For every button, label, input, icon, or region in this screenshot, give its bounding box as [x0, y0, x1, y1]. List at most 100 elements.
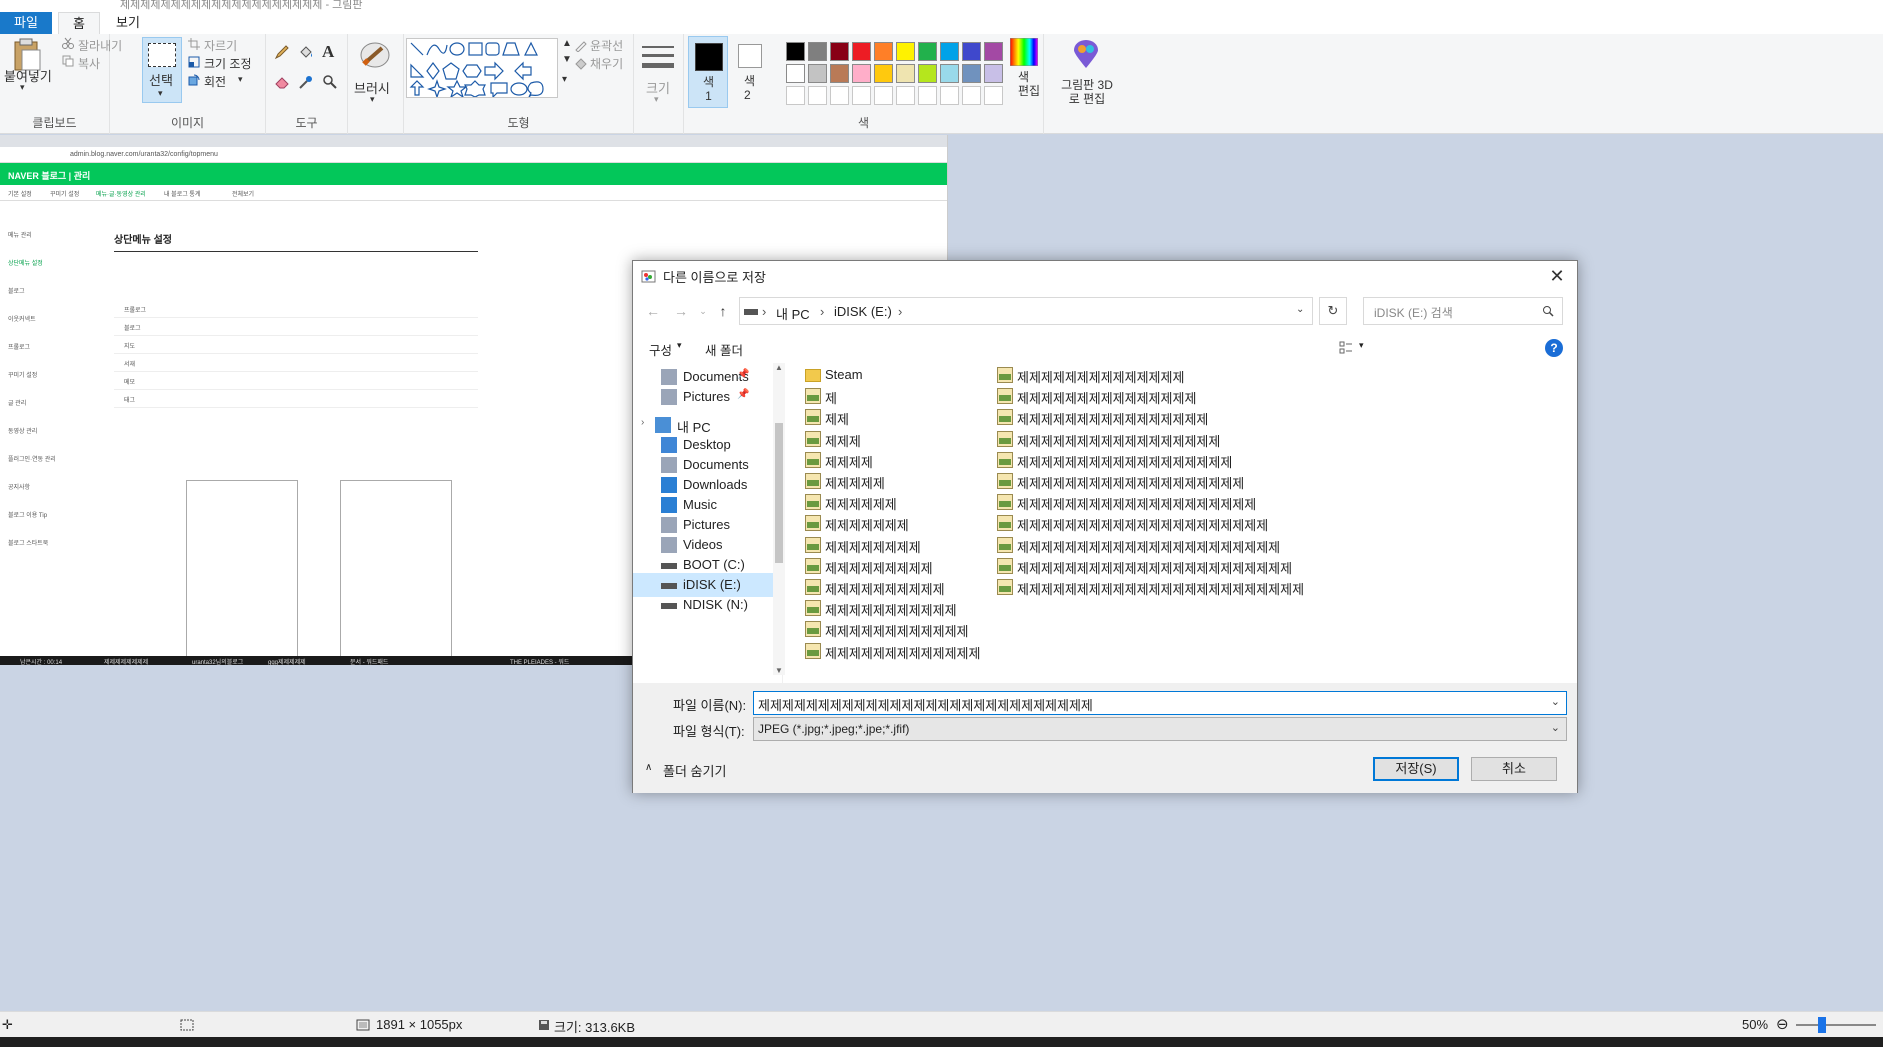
mini-table: 프롤로그 블로그 지도 서재 메모 태그 — [114, 305, 478, 425]
custom-swatch[interactable] — [940, 86, 959, 105]
view-options-icon[interactable] — [1339, 341, 1353, 355]
mini-table-row: 메모 — [124, 380, 136, 386]
palette-swatch[interactable] — [940, 42, 959, 61]
palette-swatch[interactable] — [786, 64, 805, 83]
tab-view[interactable]: 보기 — [102, 12, 154, 34]
back-arrow-icon[interactable]: ← — [643, 301, 663, 321]
palette-swatch[interactable] — [896, 64, 915, 83]
custom-swatch[interactable] — [874, 86, 893, 105]
palette-swatch[interactable] — [962, 42, 981, 61]
file-name: 제제제제제제제제제제 — [825, 582, 945, 597]
expand-chevron-icon[interactable]: › — [641, 417, 644, 428]
recent-chevron-icon[interactable]: ⌄ — [693, 301, 713, 321]
paste-button[interactable]: 붙여넣기 — [4, 66, 52, 85]
edit-colors-button[interactable]: 색 편집 — [1018, 70, 1040, 98]
image-group-label: 이미지 — [170, 116, 205, 130]
palette-swatch[interactable] — [918, 42, 937, 61]
size-icon[interactable] — [642, 44, 674, 72]
nav-item-label: NDISK (N:) — [683, 597, 748, 612]
palette-swatch[interactable] — [874, 64, 893, 83]
close-button[interactable]: ✕ — [1543, 263, 1571, 289]
zoom-slider[interactable] — [1796, 1024, 1876, 1026]
selection-size-icon — [180, 1019, 194, 1031]
fill-button[interactable]: 채우기 — [590, 55, 623, 72]
eraser-icon[interactable] — [274, 74, 290, 90]
paint3d-icon[interactable] — [1072, 40, 1100, 70]
custom-swatch[interactable] — [984, 86, 1003, 105]
nav-item-label: Music — [683, 497, 717, 512]
palette-swatch[interactable] — [830, 42, 849, 61]
nav-scrollbar-thumb[interactable] — [775, 423, 783, 563]
palette-swatch[interactable] — [852, 42, 871, 61]
zoom-out-icon[interactable]: ⊖ — [1776, 1015, 1789, 1033]
copy-button[interactable]: 복사 — [78, 55, 100, 72]
palette-swatch[interactable] — [918, 64, 937, 83]
palette-swatch[interactable] — [874, 42, 893, 61]
palette-swatch[interactable] — [984, 64, 1003, 83]
help-icon[interactable]: ? — [1545, 339, 1563, 357]
text-tool-icon[interactable]: A — [322, 42, 334, 62]
outline-button[interactable]: 윤곽선 — [590, 37, 623, 54]
mini-row-divider — [114, 335, 478, 336]
crop-button[interactable]: 자르기 — [204, 37, 237, 54]
palette-swatch[interactable] — [852, 64, 871, 83]
up-arrow-icon[interactable]: ↑ — [713, 301, 733, 321]
zoom-slider-thumb[interactable] — [1818, 1017, 1826, 1033]
breadcrumb-idisk[interactable]: iDISK (E:) — [834, 304, 892, 319]
palette-swatch[interactable] — [786, 42, 805, 61]
chevron-up-icon[interactable]: ∧ — [645, 762, 652, 773]
cancel-button[interactable]: 취소 — [1471, 757, 1557, 781]
edit-colors-icon[interactable] — [1010, 38, 1038, 66]
new-folder-button[interactable]: 새 폴더 — [705, 340, 743, 359]
filename-dropdown-icon[interactable]: ⌄ — [1551, 695, 1560, 708]
custom-swatch[interactable] — [962, 86, 981, 105]
refresh-button[interactable]: ↻ — [1319, 297, 1347, 325]
custom-swatch[interactable] — [896, 86, 915, 105]
window-title: 제제제제제제제제제제제제제제제제제제제제 - 그림판 — [120, 0, 363, 10]
palette-swatch[interactable] — [896, 42, 915, 61]
breadcrumb-my-pc[interactable]: 내 PC — [776, 304, 810, 323]
custom-swatch[interactable] — [852, 86, 871, 105]
custom-swatch[interactable] — [830, 86, 849, 105]
shapes-gallery[interactable] — [406, 38, 558, 99]
view-dropdown-icon[interactable]: ▾ — [1359, 340, 1364, 351]
rotate-button[interactable]: 회전 — [204, 73, 226, 90]
color2-button[interactable]: 색 2 — [734, 40, 764, 108]
nav-item[interactable]: NDISK (N:) — [633, 593, 773, 617]
resize-button[interactable]: 크기 조정 — [204, 55, 252, 72]
paint3d-button[interactable]: 그림판 3D로 편집 — [1060, 78, 1114, 106]
color1-button[interactable]: 색 1 — [688, 36, 728, 108]
magnifier-icon[interactable] — [322, 74, 338, 90]
mini-sidebar-item: 글 관리 — [8, 401, 27, 407]
color-picker-icon[interactable] — [298, 74, 314, 90]
nav-item[interactable]: Pictures 📌 — [633, 385, 773, 409]
folder-icon — [661, 369, 677, 385]
tab-file[interactable]: 파일 — [0, 12, 52, 34]
palette-swatch[interactable] — [830, 64, 849, 83]
address-dropdown-icon[interactable]: ⌄ — [1296, 304, 1304, 315]
palette-swatch[interactable] — [984, 42, 1003, 61]
brush-icon[interactable] — [358, 40, 392, 70]
hide-folders-button[interactable]: 폴더 숨기기 — [663, 761, 726, 780]
nav-item-label: Videos — [683, 537, 723, 552]
filename-input[interactable]: 제제제제제제제제제제제제제제제제제제제제제제제제제제제제 ⌄ — [753, 691, 1567, 715]
custom-swatch[interactable] — [918, 86, 937, 105]
palette-swatch[interactable] — [808, 42, 827, 61]
select-button[interactable]: 선택 ▾ — [142, 37, 182, 103]
fill-bucket-icon[interactable] — [298, 44, 314, 60]
custom-swatch[interactable] — [786, 86, 805, 105]
filetype-select[interactable]: JPEG (*.jpg;*.jpeg;*.jpe;*.jfif) ⌄ — [753, 717, 1567, 741]
forward-arrow-icon[interactable]: → — [671, 301, 691, 321]
palette-swatch[interactable] — [940, 64, 959, 83]
nav-scrollbar[interactable]: ▲ ▼ — [773, 363, 785, 675]
pencil-icon[interactable] — [274, 44, 290, 60]
palette-swatch[interactable] — [808, 64, 827, 83]
organize-button[interactable]: 구성 — [649, 340, 672, 359]
save-button[interactable]: 저장(S) — [1373, 757, 1459, 781]
palette-swatch[interactable] — [962, 64, 981, 83]
custom-swatch[interactable] — [808, 86, 827, 105]
select-label: 선택 — [149, 73, 173, 88]
search-box[interactable]: iDISK (E:) 검색 — [1363, 297, 1563, 325]
address-bar[interactable]: › 내 PC › iDISK (E:) › ⌄ — [739, 297, 1313, 325]
tab-home[interactable]: 홈 — [58, 12, 100, 34]
